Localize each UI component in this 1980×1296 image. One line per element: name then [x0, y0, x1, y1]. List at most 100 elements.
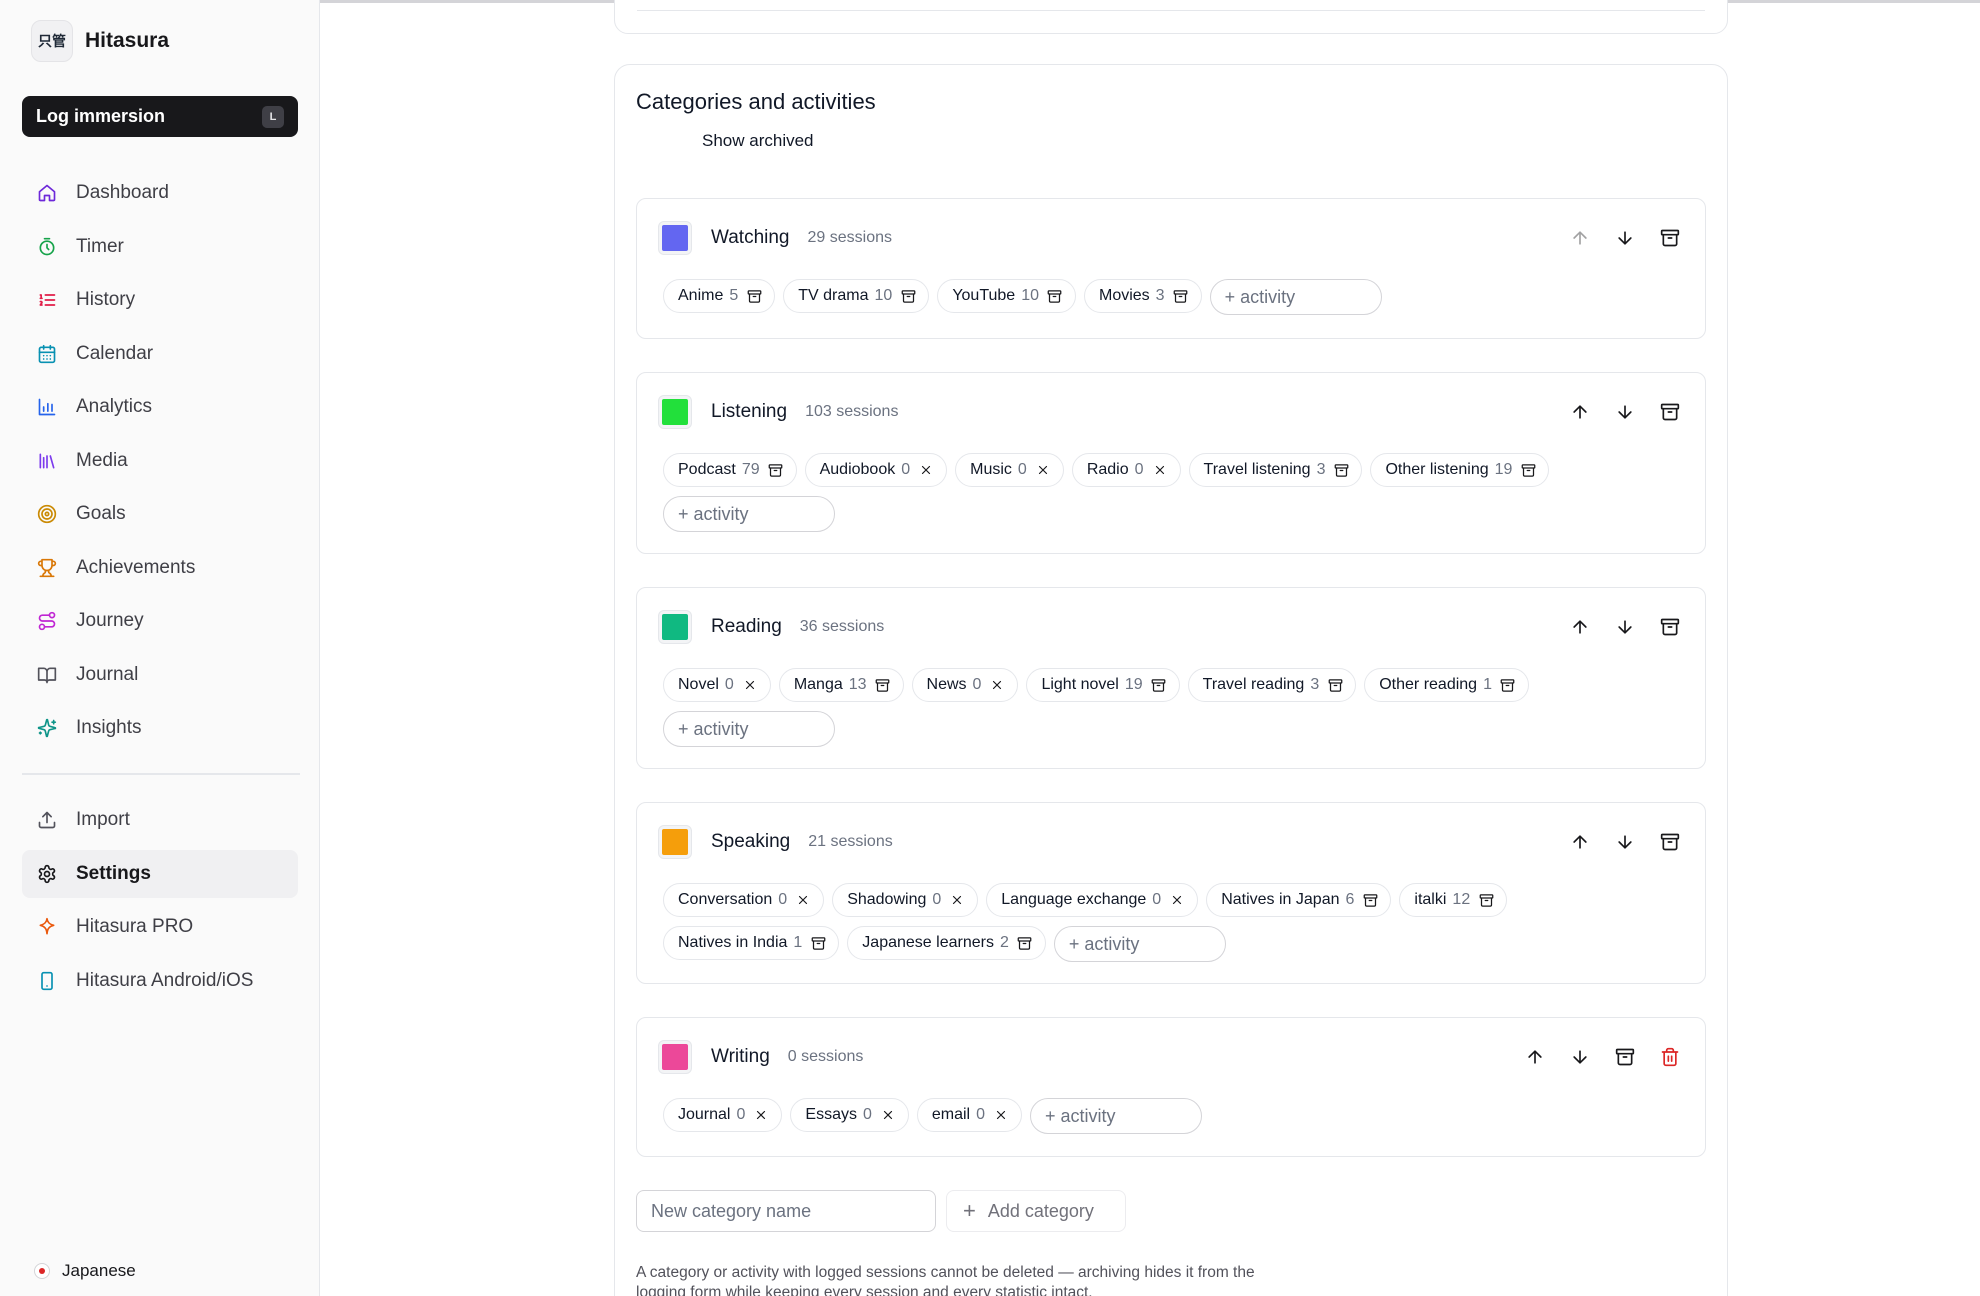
archive-icon[interactable] — [1500, 677, 1516, 693]
sidebar-item-analytics[interactable]: Analytics — [22, 383, 298, 431]
move-down-icon[interactable] — [1612, 614, 1638, 640]
move-down-icon[interactable] — [1612, 399, 1638, 425]
sidebar-item-import[interactable]: Import — [22, 796, 298, 844]
add-activity-input[interactable]: + activity — [1030, 1098, 1203, 1134]
close-icon[interactable] — [993, 1107, 1009, 1123]
close-icon[interactable] — [949, 892, 965, 908]
category-name[interactable]: Reading — [711, 616, 782, 638]
move-up-icon[interactable] — [1567, 399, 1593, 425]
show-archived-toggle[interactable]: Show archived — [702, 131, 814, 151]
archive-category-icon[interactable] — [1612, 1044, 1638, 1070]
activity-chip[interactable]: italki 12 — [1399, 883, 1508, 917]
category-color-swatch[interactable] — [659, 611, 691, 643]
move-up-icon[interactable] — [1567, 614, 1593, 640]
move-down-icon[interactable] — [1612, 829, 1638, 855]
sidebar-item-journal[interactable]: Journal — [22, 651, 298, 699]
archive-icon[interactable] — [1362, 892, 1378, 908]
activity-chip[interactable]: Language exchange 0 — [986, 883, 1199, 917]
brand[interactable]: 只管 Hitasura — [31, 20, 169, 62]
close-icon[interactable] — [1169, 892, 1185, 908]
category-name[interactable]: Watching — [711, 227, 790, 249]
category-name[interactable]: Speaking — [711, 831, 790, 853]
sidebar-item-insights[interactable]: Insights — [22, 704, 298, 752]
sidebar-item-dashboard[interactable]: Dashboard — [22, 169, 298, 217]
language-selector[interactable]: Japanese — [34, 1261, 136, 1281]
sidebar-item-achievements[interactable]: Achievements — [22, 544, 298, 592]
new-category-input[interactable]: New category name — [636, 1190, 936, 1232]
log-immersion-button[interactable]: Log immersion L — [22, 96, 298, 137]
sidebar-item-timer[interactable]: Timer — [22, 223, 298, 271]
close-icon[interactable] — [1035, 462, 1051, 478]
close-icon[interactable] — [989, 677, 1005, 693]
archive-icon[interactable] — [810, 935, 826, 951]
activity-chip[interactable]: Japanese learners 2 — [847, 926, 1046, 960]
activity-chip[interactable]: Novel 0 — [663, 668, 771, 702]
sidebar-item-journey[interactable]: Journey — [22, 597, 298, 645]
archive-category-icon[interactable] — [1657, 399, 1683, 425]
close-icon[interactable] — [795, 892, 811, 908]
add-activity-input[interactable]: + activity — [663, 711, 835, 747]
category-color-swatch[interactable] — [659, 396, 691, 428]
activity-chip[interactable]: Natives in India 1 — [663, 926, 840, 960]
archive-icon[interactable] — [1017, 935, 1033, 951]
add-activity-input[interactable]: + activity — [663, 496, 835, 532]
archive-icon[interactable] — [900, 288, 916, 304]
close-icon[interactable] — [742, 677, 758, 693]
sidebar-item-hitasura-android-ios[interactable]: Hitasura Android/iOS — [22, 957, 298, 1005]
archive-category-icon[interactable] — [1657, 614, 1683, 640]
move-down-icon[interactable] — [1567, 1044, 1593, 1070]
move-down-icon[interactable] — [1612, 225, 1638, 251]
sidebar-item-hitasura-pro[interactable]: Hitasura PRO — [22, 903, 298, 951]
activity-chip[interactable]: Movies 3 — [1083, 279, 1202, 313]
category-color-swatch[interactable] — [659, 1041, 691, 1073]
archive-icon[interactable] — [1333, 462, 1349, 478]
close-icon[interactable] — [1152, 462, 1168, 478]
activity-chip[interactable]: Audiobook 0 — [804, 453, 948, 487]
sidebar-item-history[interactable]: History — [22, 276, 298, 324]
activity-chip[interactable]: YouTube 10 — [937, 279, 1076, 313]
category-color-swatch[interactable] — [659, 826, 691, 858]
archive-category-icon[interactable] — [1657, 829, 1683, 855]
archive-icon[interactable] — [1151, 677, 1167, 693]
activity-chip[interactable]: TV drama 10 — [783, 279, 930, 313]
archive-icon[interactable] — [1327, 677, 1343, 693]
add-activity-input[interactable]: + activity — [1053, 926, 1226, 962]
archive-category-icon[interactable] — [1657, 225, 1683, 251]
sidebar-item-media[interactable]: Media — [22, 437, 298, 485]
delete-category-icon[interactable] — [1657, 1044, 1683, 1070]
archive-icon[interactable] — [746, 288, 762, 304]
category-name[interactable]: Listening — [711, 401, 787, 423]
activity-chip[interactable]: Light novel 19 — [1026, 668, 1180, 702]
activity-chip[interactable]: Travel reading 3 — [1187, 668, 1357, 702]
archive-icon[interactable] — [768, 462, 784, 478]
activity-chip[interactable]: Manga 13 — [778, 668, 904, 702]
activity-chip[interactable]: email 0 — [916, 1098, 1023, 1132]
sidebar-item-goals[interactable]: Goals — [22, 490, 298, 538]
activity-chip[interactable]: Shadowing 0 — [832, 883, 979, 917]
close-icon[interactable] — [880, 1107, 896, 1123]
activity-chip[interactable]: Other listening 19 — [1370, 453, 1550, 487]
archive-icon[interactable] — [1478, 892, 1494, 908]
activity-chip[interactable]: Music 0 — [955, 453, 1064, 487]
add-activity-input[interactable]: + activity — [1209, 279, 1382, 315]
activity-chip[interactable]: Podcast 79 — [663, 453, 797, 487]
close-icon[interactable] — [918, 462, 934, 478]
archive-icon[interactable] — [875, 677, 891, 693]
archive-icon[interactable] — [1173, 288, 1189, 304]
activity-chip[interactable]: Radio 0 — [1071, 453, 1181, 487]
activity-chip[interactable]: Conversation 0 — [663, 883, 825, 917]
category-color-swatch[interactable] — [659, 222, 691, 254]
activity-chip[interactable]: Journal 0 — [663, 1098, 783, 1132]
add-category-button[interactable]: + Add category — [946, 1190, 1126, 1232]
activity-chip[interactable]: Natives in Japan 6 — [1206, 883, 1392, 917]
move-up-icon[interactable] — [1567, 225, 1593, 251]
close-icon[interactable] — [753, 1107, 769, 1123]
sidebar-item-settings[interactable]: Settings — [22, 849, 298, 898]
activity-chip[interactable]: News 0 — [911, 668, 1019, 702]
move-up-icon[interactable] — [1567, 829, 1593, 855]
activity-chip[interactable]: Travel listening 3 — [1188, 453, 1363, 487]
activity-chip[interactable]: Essays 0 — [790, 1098, 909, 1132]
move-up-icon[interactable] — [1522, 1044, 1548, 1070]
archive-icon[interactable] — [1047, 288, 1063, 304]
activity-chip[interactable]: Anime 5 — [663, 279, 776, 313]
